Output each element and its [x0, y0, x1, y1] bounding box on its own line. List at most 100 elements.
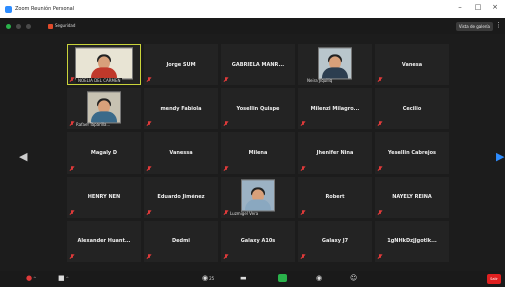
muted-mic-icon: [378, 77, 382, 82]
participant-tile[interactable]: Robert: [298, 176, 372, 218]
muted-mic-icon: [301, 209, 305, 215]
participant-name: Galaxy A10s: [240, 238, 276, 245]
muted-mic-icon: [378, 209, 382, 215]
participant-name: Jhenifer Nina: [316, 149, 354, 156]
participant-tile[interactable]: Galaxy A10s: [221, 220, 295, 262]
participant-tile[interactable]: Milenzi Milagro...: [298, 88, 372, 130]
participant-caption: Luzmigel Vera: [230, 210, 259, 216]
muted-mic-icon: [224, 165, 228, 171]
participant-tile[interactable]: Milena: [221, 132, 295, 174]
participant-name: Galaxy J7: [321, 238, 349, 245]
muted-mic-icon: [224, 77, 228, 82]
participant-name: Dedmi: [171, 238, 191, 245]
previous-page-arrow-icon[interactable]: ◀: [19, 150, 27, 163]
shield-icon[interactable]: [16, 24, 21, 29]
participant-tile[interactable]: HENRY NEN: [67, 176, 141, 218]
muted-mic-icon: [147, 77, 151, 82]
leave-meeting-button[interactable]: Salir: [487, 274, 501, 284]
participant-grid: NOELIA DEL CARMEN Jorge SUM GABRIELA MANR.…: [67, 44, 449, 262]
close-icon[interactable]: ×: [488, 3, 502, 11]
maximize-icon[interactable]: □: [471, 3, 485, 11]
share-screen-button[interactable]: [278, 274, 287, 285]
participant-tile[interactable]: 1gNHkDzjJgotlk...: [375, 220, 449, 262]
participant-name: NAYELY REINA: [392, 194, 432, 201]
muted-mic-icon: [301, 165, 305, 171]
muted-mic-icon: [147, 209, 151, 215]
participant-video: [75, 46, 133, 79]
record-button[interactable]: ◉: [316, 274, 322, 283]
chat-button[interactable]: ▬: [240, 274, 247, 283]
participant-name: Robert: [325, 194, 345, 201]
participant-name: mendy Fabiola: [160, 105, 202, 112]
video-button[interactable]: ■^: [58, 274, 69, 283]
participant-tile[interactable]: Vanesa: [375, 44, 449, 86]
participant-name: Vanesa: [401, 61, 423, 68]
unmute-button[interactable]: ●^: [26, 274, 36, 283]
participant-tile[interactable]: Galaxy J7: [298, 220, 372, 262]
participant-tile[interactable]: Vanessa: [144, 132, 218, 174]
participant-name: 1gNHkDzjJgotlk...: [387, 238, 437, 245]
participant-tile[interactable]: Magaly D: [67, 132, 141, 174]
participant-name: Milenzi Milagro...: [310, 105, 360, 112]
muted-mic-icon: [70, 121, 74, 126]
participant-name: Cecilio: [402, 105, 422, 112]
minimize-icon[interactable]: –: [453, 3, 467, 11]
participant-tile[interactable]: Yesellin Cabrejos: [375, 132, 449, 174]
muted-mic-icon: [70, 254, 74, 259]
participant-tile[interactable]: Eduardo Jiménez: [144, 176, 218, 218]
participant-video: [241, 179, 275, 212]
zoom-app-icon: [5, 5, 12, 13]
participant-name: Magaly D: [90, 149, 118, 156]
participant-name: HENRY NEN: [87, 194, 121, 201]
more-options-icon[interactable]: ⋮: [495, 21, 502, 29]
participant-tile[interactable]: Neira Jiquiliq: [298, 44, 372, 86]
participant-name: GABRIELA MANR...: [231, 61, 285, 68]
participant-tile[interactable]: Dedmi: [144, 220, 218, 262]
window-title-bar: Zoom Reunión Personal – □ ×: [0, 0, 505, 18]
participant-tile[interactable]: Alexander Huant...: [67, 220, 141, 262]
muted-mic-icon: [147, 254, 151, 259]
participant-tile[interactable]: mendy Fabiola: [144, 88, 218, 130]
participant-name: Milena: [248, 149, 268, 156]
muted-mic-icon: [70, 209, 74, 215]
participant-tile[interactable]: NOELIA DEL CARMEN: [67, 44, 141, 86]
lock-icon: [48, 23, 53, 29]
muted-mic-icon: [301, 121, 305, 126]
participant-tile[interactable]: Yosellin Quispe: [221, 88, 295, 130]
participants-button[interactable]: ◉25: [202, 274, 214, 283]
reactions-button[interactable]: ☺: [350, 274, 357, 283]
meeting-toolbar: ●^ ■^ ◉25 ▬ ◉ ☺ Salir: [0, 271, 505, 287]
muted-mic-icon: [70, 77, 74, 82]
participant-tile[interactable]: Cecilio: [375, 88, 449, 130]
muted-mic-icon: [147, 165, 151, 171]
muted-mic-icon: [147, 121, 151, 126]
participant-tile[interactable]: Jhenifer Nina: [298, 132, 372, 174]
participant-video: [318, 46, 352, 79]
view-button-label: Vista de galería: [458, 24, 490, 29]
participant-tile[interactable]: NAYELY REINA: [375, 176, 449, 218]
participant-tile[interactable]: Luzmigel Vera: [221, 176, 295, 218]
window-title: Zoom Reunión Personal: [15, 6, 75, 12]
participant-name: Eduardo Jiménez: [157, 194, 205, 201]
meeting-info-icon[interactable]: [6, 24, 11, 29]
participant-video: [87, 91, 121, 124]
participant-tile[interactable]: Rafael Taparilla...: [67, 88, 141, 130]
participant-tile[interactable]: Jorge SUM: [144, 44, 218, 86]
muted-mic-icon: [301, 254, 305, 259]
participant-shirt: [91, 66, 117, 78]
security-status[interactable]: Seguridad: [48, 23, 75, 29]
next-page-arrow-icon[interactable]: ▶: [496, 150, 504, 163]
participant-name: Yesellin Cabrejos: [388, 149, 436, 156]
record-indicator-icon: [26, 24, 31, 29]
participant-name: Yosellin Quispe: [236, 105, 280, 112]
participant-tile[interactable]: GABRIELA MANR...: [221, 44, 295, 86]
muted-mic-icon: [224, 209, 228, 215]
muted-mic-icon: [378, 165, 382, 171]
view-button[interactable]: Vista de galería: [455, 22, 493, 31]
participant-caption: NOELIA DEL CARMEN: [76, 78, 123, 84]
participant-name: Jorge SUM: [166, 61, 196, 68]
participant-caption: Neira Jiquiliq: [307, 78, 333, 84]
participant-caption: Rafael Taparilla...: [76, 122, 111, 128]
security-label: Seguridad: [55, 23, 76, 28]
participant-name: Alexander Huant...: [77, 238, 131, 245]
